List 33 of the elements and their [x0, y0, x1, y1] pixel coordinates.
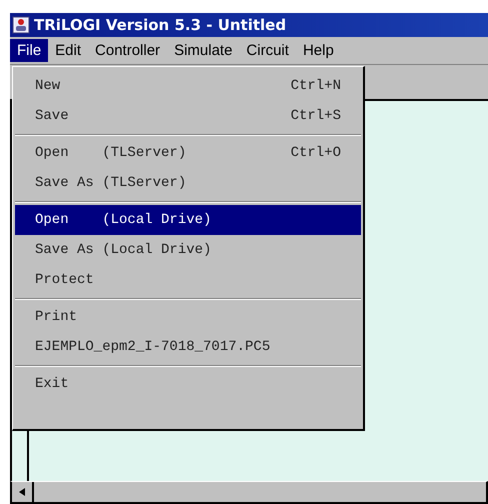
menu-item[interactable]: Save As (TLServer) [15, 168, 361, 198]
menu-item[interactable]: Exit [15, 369, 361, 399]
menu-item[interactable]: Open (TLServer) Ctrl+O [15, 138, 361, 168]
menu-item-label: Save As (Local Drive) [35, 242, 212, 258]
menu-item-label: Save As (TLServer) [35, 175, 186, 191]
menu-item-label: New [35, 78, 60, 94]
shortcut-label: Ctrl+N [290, 78, 341, 94]
menu-item-label: Print [35, 309, 78, 325]
menu-bar-item[interactable]: Help [296, 39, 341, 62]
menu-bar-item[interactable]: Circuit [239, 39, 296, 62]
menu-item[interactable]: Save Ctrl+S [15, 101, 361, 131]
menu-item-label: Open (TLServer) [35, 145, 186, 161]
menu-bar-item[interactable]: File [10, 39, 48, 62]
menu-item[interactable]: EJEMPLO_epm2_I-7018_7017.PC5 [15, 332, 361, 362]
shortcut-label: Ctrl+S [290, 108, 341, 124]
left-arrow-icon [19, 488, 25, 496]
menu-item-label: Save [35, 108, 69, 124]
menu-item-label: Exit [35, 376, 69, 392]
menu-bar-item[interactable]: Controller [88, 39, 168, 62]
menu-item-label: Open (Local Drive) [35, 212, 212, 228]
app-icon [12, 16, 30, 34]
menu-item-label: Protect [35, 272, 94, 288]
menu-item[interactable]: Open (Local Drive) [15, 205, 361, 235]
menu-item[interactable]: New Ctrl+N [15, 71, 361, 101]
menu-item[interactable]: Print [15, 302, 361, 332]
menu-bar-item[interactable]: Edit [48, 39, 88, 62]
menu-item[interactable]: Protect [15, 265, 361, 295]
shortcut-label: Ctrl+O [290, 145, 341, 161]
window-title: TRiLOGI Version 5.3 - Untitled [34, 16, 286, 34]
menu-item[interactable]: Save As (Local Drive) [15, 235, 361, 265]
horizontal-scrollbar[interactable] [10, 481, 488, 504]
menu-item-label: EJEMPLO_epm2_I-7018_7017.PC5 [35, 339, 270, 355]
menu-bar-item[interactable]: Simulate [167, 39, 240, 62]
